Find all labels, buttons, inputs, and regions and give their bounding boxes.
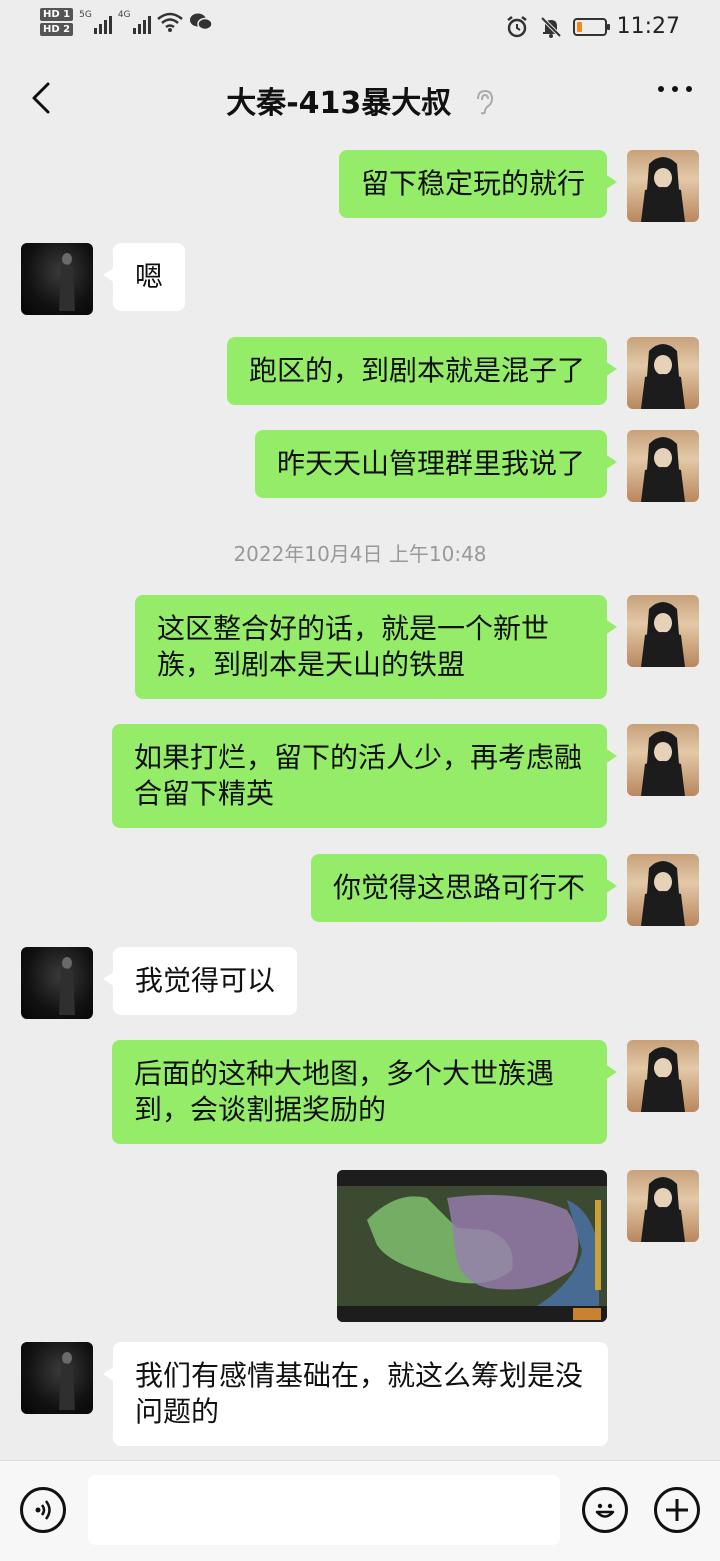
dark-figure-icon bbox=[59, 957, 75, 1015]
message-bubble[interactable]: 昨天天山管理群里我说了 bbox=[254, 430, 618, 498]
status-right: 11:27 bbox=[505, 14, 680, 39]
dark-figure-icon bbox=[59, 1352, 75, 1410]
mute-bell-icon bbox=[540, 16, 562, 38]
message-timestamp: 2022年10月4日 上午10:48 bbox=[233, 542, 487, 566]
game-map-screenshot-icon bbox=[337, 1170, 607, 1322]
message-bubble[interactable]: 我们有感情基础在，就这么筹划是没问题的 bbox=[103, 1342, 608, 1446]
chat-header: 大秦-413暴大叔 bbox=[0, 56, 720, 140]
message-bubble[interactable]: 你觉得这思路可行不 bbox=[310, 854, 618, 922]
status-left: HD 1 HD 2 5G 4G bbox=[40, 8, 213, 36]
message-bubble[interactable]: 嗯 bbox=[102, 243, 186, 311]
avatar[interactable] bbox=[627, 1170, 699, 1242]
signal-4g-icon: 4G bbox=[118, 10, 151, 34]
game-map-image[interactable] bbox=[337, 1170, 607, 1322]
hooded-figure-icon bbox=[641, 157, 685, 222]
hooded-figure-icon bbox=[641, 861, 685, 926]
avatar[interactable] bbox=[21, 243, 93, 315]
avatar[interactable] bbox=[627, 337, 699, 409]
plus-icon[interactable] bbox=[654, 1487, 700, 1533]
clock: 11:27 bbox=[616, 14, 680, 39]
hooded-figure-icon bbox=[641, 1047, 685, 1112]
avatar[interactable] bbox=[627, 854, 699, 926]
hooded-figure-icon bbox=[641, 344, 685, 409]
hooded-figure-icon bbox=[641, 1177, 685, 1242]
hooded-figure-icon bbox=[641, 731, 685, 796]
alarm-icon bbox=[506, 15, 527, 37]
dark-figure-icon bbox=[59, 253, 75, 311]
voice-icon[interactable] bbox=[20, 1487, 66, 1533]
chat-title-wrap: 大秦-413暴大叔 bbox=[0, 78, 720, 122]
battery-icon bbox=[572, 17, 610, 36]
message-input[interactable] bbox=[88, 1475, 560, 1545]
chat-title: 大秦-413暴大叔 bbox=[226, 86, 452, 121]
hooded-figure-icon bbox=[641, 437, 685, 502]
hd1-badge: HD 1 bbox=[40, 8, 74, 21]
message-bubble[interactable]: 如果打烂，留下的活人少，再考虑融合留下精英 bbox=[112, 724, 617, 828]
avatar[interactable] bbox=[627, 1040, 699, 1112]
avatar[interactable] bbox=[627, 150, 699, 222]
hooded-figure-icon bbox=[641, 602, 685, 667]
message-bubble[interactable]: 跑区的，到剧本就是混子了 bbox=[226, 337, 618, 405]
message-bubble[interactable]: 后面的这种大地图，多个大世族遇到，会谈割据奖励的 bbox=[112, 1040, 617, 1144]
net1-label: 5G bbox=[79, 10, 92, 20]
ear-icon bbox=[476, 89, 493, 115]
avatar[interactable] bbox=[627, 430, 699, 502]
battery-fill bbox=[576, 21, 582, 32]
message-bubble[interactable]: 我觉得可以 bbox=[102, 947, 298, 1015]
message-bubble[interactable]: 这区整合好的话，就是一个新世族，到剧本是天山的铁盟 bbox=[135, 595, 617, 699]
status-bar: HD 1 HD 2 5G 4G 11:27 bbox=[0, 0, 720, 56]
hd-badges: HD 1 HD 2 bbox=[40, 8, 74, 36]
avatar[interactable] bbox=[627, 595, 699, 667]
more-dots-icon[interactable] bbox=[658, 86, 692, 92]
emoji-icon[interactable] bbox=[582, 1487, 628, 1533]
wifi-icon bbox=[156, 12, 183, 32]
hd2-badge: HD 2 bbox=[40, 23, 74, 36]
avatar[interactable] bbox=[21, 1342, 93, 1414]
input-bar bbox=[0, 1460, 720, 1561]
avatar[interactable] bbox=[627, 724, 699, 796]
wechat-icon bbox=[189, 13, 213, 31]
avatar[interactable] bbox=[21, 947, 93, 1019]
signal-5g-icon: 5G bbox=[79, 10, 112, 34]
message-bubble[interactable]: 留下稳定玩的就行 bbox=[338, 150, 618, 218]
net2-label: 4G bbox=[117, 10, 131, 20]
